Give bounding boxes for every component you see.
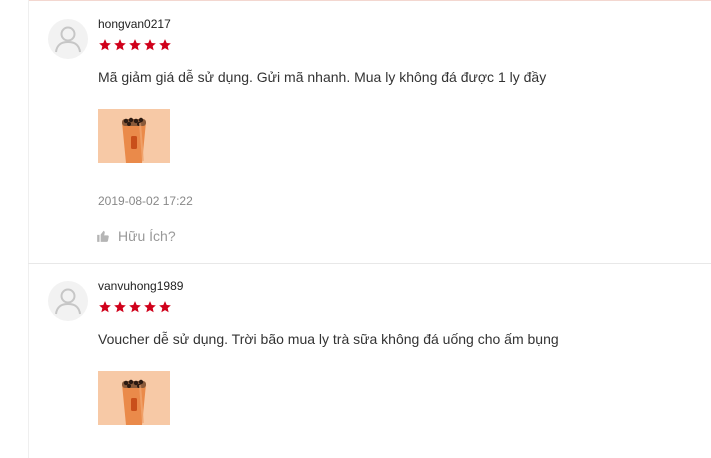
star-filled-icon	[144, 39, 156, 51]
star-filled-icon	[129, 39, 141, 51]
star-filled-icon	[99, 301, 111, 313]
review-username[interactable]: vanvuhong1989	[98, 279, 183, 293]
review-item: hongvan0217 Mã giảm giá dễ sử dụng. Gửi …	[28, 0, 711, 264]
bubble-milk-tea-photo	[98, 371, 170, 425]
star-filled-icon	[159, 39, 171, 51]
helpful-label: Hữu Ích?	[118, 228, 176, 244]
review-item: vanvuhong1989 Voucher dễ sử dụng. Trời b…	[28, 264, 711, 458]
star-filled-icon	[114, 39, 126, 51]
star-filled-icon	[99, 39, 111, 51]
star-filled-icon	[114, 301, 126, 313]
star-filled-icon	[144, 301, 156, 313]
rating-stars	[98, 300, 172, 314]
review-comment: Voucher dễ sử dụng. Trời bão mua ly trà …	[98, 331, 559, 347]
review-timestamp: 2019-08-02 17:22	[98, 194, 193, 208]
helpful-button[interactable]: Hữu Ích?	[96, 227, 176, 245]
bubble-milk-tea-photo	[98, 109, 170, 163]
user-avatar-placeholder-icon[interactable]	[48, 19, 88, 59]
star-filled-icon	[159, 301, 171, 313]
star-filled-icon	[129, 301, 141, 313]
review-comment: Mã giảm giá dễ sử dụng. Gửi mã nhanh. Mu…	[98, 69, 547, 85]
review-photo[interactable]	[98, 371, 170, 425]
rating-stars	[98, 38, 172, 52]
review-photo[interactable]	[98, 109, 170, 163]
user-avatar-placeholder-icon[interactable]	[48, 281, 88, 321]
thumbs-up-icon	[97, 230, 109, 242]
review-username[interactable]: hongvan0217	[98, 17, 171, 31]
